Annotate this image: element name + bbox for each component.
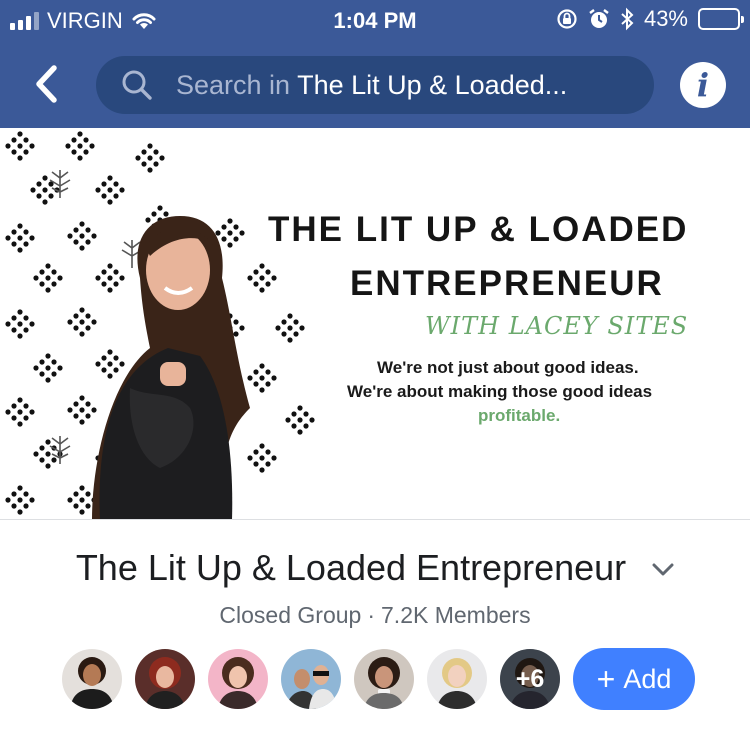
avatar[interactable]	[354, 649, 414, 709]
search-text: Search in The Lit Up & Loaded...	[176, 70, 567, 101]
chevron-left-icon	[36, 65, 57, 103]
group-name: The Lit Up & Loaded Entrepreneur	[75, 547, 627, 588]
status-right: 43%	[556, 6, 744, 32]
cover-title-line1: THE LIT UP & LOADED	[268, 210, 689, 249]
battery-icon	[698, 8, 744, 30]
cover-photo[interactable]: THE LIT UP & LOADED ENTREPRENEUR WITH LA…	[0, 128, 750, 520]
chevron-down-icon[interactable]	[652, 563, 674, 577]
cover-tagline-1: We're not just about good ideas.	[377, 358, 639, 377]
alarm-icon	[589, 9, 609, 28]
more-members-count: +6	[500, 649, 560, 709]
meta-separator: ·	[367, 602, 376, 628]
bluetooth-icon	[621, 7, 634, 31]
status-bar: VIRGIN 1:04 PM 43%	[0, 0, 750, 40]
avatar[interactable]	[427, 649, 487, 709]
member-avatars: +6 + Add	[62, 648, 695, 710]
avatar[interactable]	[208, 649, 268, 709]
avatar[interactable]	[62, 649, 122, 709]
search-placeholder: Search in	[176, 69, 298, 100]
info-icon[interactable]: i	[680, 62, 726, 108]
add-member-label: Add	[623, 663, 672, 694]
plus-icon: +	[596, 661, 616, 697]
cover-tagline-2: We're about making those good ideas	[347, 382, 653, 401]
cover-byline: WITH LACEY SITES	[425, 312, 689, 340]
avatar-overflow[interactable]: +6	[500, 649, 560, 709]
search-field[interactable]: Search in The Lit Up & Loaded...	[96, 56, 654, 114]
battery-percent: 43%	[643, 6, 688, 31]
navigation-bar: VIRGIN 1:04 PM 43% Search in The Lit Up …	[0, 0, 750, 128]
group-meta: Closed Group · 7.2K Members	[0, 602, 750, 629]
avatar[interactable]	[135, 649, 195, 709]
cover-title-line2: ENTREPRENEUR	[350, 264, 664, 303]
back-button[interactable]	[30, 62, 64, 106]
search-icon	[122, 70, 152, 100]
group-name-row[interactable]: The Lit Up & Loaded Entrepreneur	[0, 547, 750, 589]
avatar[interactable]	[281, 649, 341, 709]
cover-tagline-3: profitable.	[478, 406, 561, 425]
search-group-name: The Lit Up & Loaded...	[297, 69, 568, 100]
group-privacy: Closed Group	[219, 602, 362, 628]
add-member-button[interactable]: + Add	[573, 648, 695, 710]
orientation-lock-icon	[557, 9, 577, 29]
group-member-count[interactable]: 7.2K Members	[381, 602, 531, 628]
